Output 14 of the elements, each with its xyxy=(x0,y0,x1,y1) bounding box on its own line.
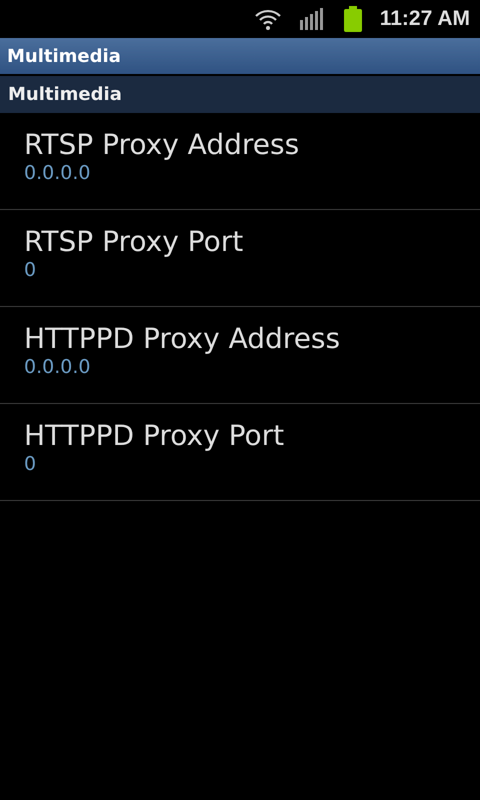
category-title: Multimedia xyxy=(8,83,122,107)
preference-value: 0.0.0.0 xyxy=(24,355,92,380)
status-time: 11:27 AM xyxy=(380,6,470,32)
battery-icon xyxy=(344,6,362,32)
preference-value: 0 xyxy=(24,452,38,477)
preference-title: RTSP Proxy Address xyxy=(24,129,300,162)
preference-title: HTTPPD Proxy Port xyxy=(24,420,286,452)
wifi-icon xyxy=(254,7,282,31)
preference-title: HTTPPD Proxy Address xyxy=(24,323,342,356)
window-title: Multimedia xyxy=(7,44,121,68)
preference-title: RTSP Proxy Port xyxy=(24,226,244,258)
signal-icon xyxy=(300,8,326,30)
preference-value: 0.0.0.0 xyxy=(24,161,92,186)
preference-value: 0 xyxy=(24,258,38,283)
